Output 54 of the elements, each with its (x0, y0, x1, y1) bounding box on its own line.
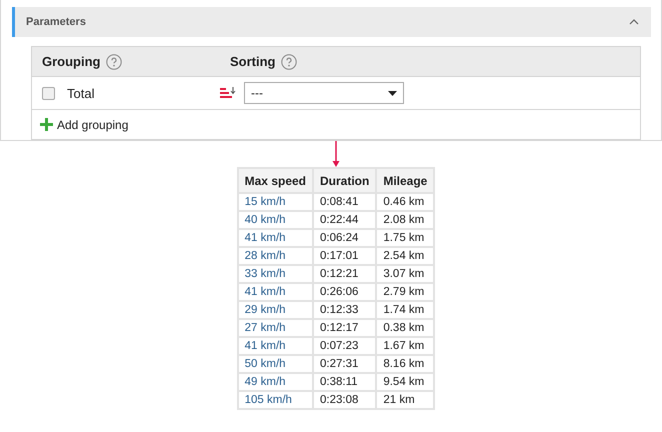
arrow-icon (332, 141, 340, 167)
table-cell: 0:26:06 (313, 283, 376, 301)
table-cell: 2.79 km (376, 283, 434, 301)
table-cell: 40 km/h (238, 211, 313, 229)
column-header: Sorting (230, 54, 276, 69)
sort-icon[interactable] (220, 87, 236, 99)
table-cell: 21 km (376, 391, 434, 409)
table-cell: 49 km/h (238, 373, 313, 391)
table-cell: 1.74 km (376, 301, 434, 319)
help-icon[interactable] (106, 54, 122, 70)
sort-dropdown[interactable]: --- (244, 82, 404, 104)
caret-icon (388, 90, 397, 96)
table-cell: 9.54 km (376, 373, 434, 391)
table-cell: 2.54 km (376, 247, 434, 265)
table-cell: 41 km/h (238, 229, 313, 247)
column-header: Mileage (376, 168, 434, 193)
table-cell: 1.75 km (376, 229, 434, 247)
table-cell: 41 km/h (238, 337, 313, 355)
parameters-header[interactable]: Parameters (12, 7, 651, 37)
add-grouping-button[interactable]: Add grouping (32, 110, 640, 139)
table-cell: 0:38:11 (313, 373, 376, 391)
chevron-icon[interactable] (629, 19, 639, 25)
table-cell: 50 km/h (238, 355, 313, 373)
table-cell: 2.08 km (376, 211, 434, 229)
table-cell: 0:27:31 (313, 355, 376, 373)
checkbox[interactable] (42, 86, 55, 100)
table-cell: 0:12:33 (313, 301, 376, 319)
table-cell: 0.38 km (376, 319, 434, 337)
table-cell: 0:06:24 (313, 229, 376, 247)
table-cell: 0:12:17 (313, 319, 376, 337)
table-cell: 29 km/h (238, 301, 313, 319)
table-cell: 28 km/h (238, 247, 313, 265)
table-cell: 33 km/h (238, 265, 313, 283)
table-cell: 0:17:01 (313, 247, 376, 265)
help-icon[interactable] (280, 54, 296, 70)
table-cell: 15 km/h (238, 193, 313, 211)
table-cell: 0:12:21 (313, 265, 376, 283)
table-cell: 27 km/h (238, 319, 313, 337)
table-cell: 105 km/h (238, 391, 313, 409)
table-cell: 0:22:44 (313, 211, 376, 229)
grouping-label: Total (67, 86, 94, 100)
table-cell: 3.07 km (376, 265, 434, 283)
plus-icon (40, 118, 53, 131)
table-cell: 41 km/h (238, 283, 313, 301)
table-cell: 1.67 km (376, 337, 434, 355)
column-header: Max speed (238, 168, 313, 193)
table-cell: 0:07:23 (313, 337, 376, 355)
table-cell: 0:08:41 (313, 193, 376, 211)
table-cell: 8.16 km (376, 355, 434, 373)
table-cell: 0.46 km (376, 193, 434, 211)
column-header: Grouping (42, 54, 100, 69)
panel-title: Parameters (26, 16, 86, 28)
table-cell: 0:23:08 (313, 391, 376, 409)
column-header: Duration (313, 168, 376, 193)
